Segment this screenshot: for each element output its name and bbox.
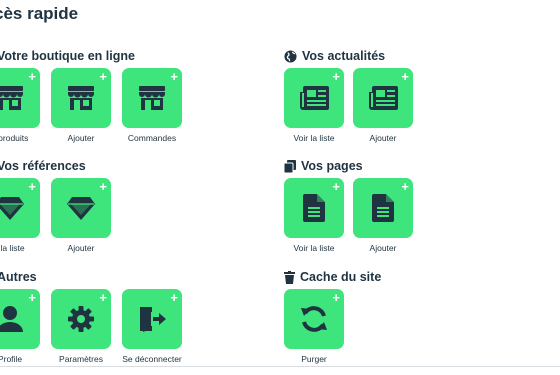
section-header-shop: Votre boutique en ligne — [0, 48, 135, 64]
tile-label: Purger — [301, 354, 327, 364]
tile-box[interactable]: + — [284, 289, 344, 349]
tile-label: Voir la liste — [293, 133, 335, 143]
tile-box[interactable]: + — [353, 68, 413, 128]
tile-box[interactable]: + — [353, 178, 413, 238]
plus-icon: + — [28, 290, 36, 305]
file-icon — [303, 194, 325, 222]
section-title-news: Vos actualités — [302, 49, 386, 63]
tile-orders[interactable]: + Commandes — [122, 68, 182, 143]
section-header-news: Vos actualités — [284, 48, 385, 64]
tile-add-page[interactable]: + Ajouter — [353, 178, 413, 253]
tile-box[interactable]: + — [0, 68, 40, 128]
logout-icon — [140, 307, 166, 332]
section-title-pages: Vos pages — [301, 159, 363, 173]
store-icon — [0, 86, 23, 110]
tile-box[interactable]: + — [122, 289, 182, 349]
gem-icon — [0, 197, 24, 220]
tile-label: Voir la liste — [293, 243, 335, 253]
plus-icon: + — [401, 179, 409, 194]
tile-label: Ajouter — [67, 243, 95, 253]
plus-icon: + — [401, 69, 409, 84]
tile-purge-cache[interactable]: + Purger — [284, 289, 344, 364]
tile-add-product[interactable]: + Ajouter — [51, 68, 111, 143]
tile-label: Paramètres — [59, 354, 103, 364]
plus-icon: + — [332, 69, 340, 84]
divider — [0, 366, 560, 367]
section-header-cache: Cache du site — [284, 269, 381, 285]
copy-icon — [284, 159, 296, 173]
newspaper-icon — [369, 86, 398, 110]
plus-icon: + — [28, 69, 36, 84]
tile-pages-list[interactable]: + Voir la liste — [284, 178, 344, 253]
section-header-references: Vos références — [0, 158, 86, 174]
store-icon — [68, 86, 94, 110]
gem-icon — [67, 197, 95, 220]
sync-icon — [301, 306, 327, 332]
tile-logout[interactable]: + Se déconnecter — [122, 289, 182, 364]
tile-profile[interactable]: + Profile — [0, 289, 57, 364]
page-title: cès rapide — [0, 4, 79, 23]
tile-label: Ajouter — [369, 133, 397, 143]
tile-box[interactable]: + — [0, 289, 40, 349]
tile-label: Commandes — [127, 133, 177, 143]
tile-label: Se déconnecter — [122, 354, 182, 364]
tile-box[interactable]: + — [122, 68, 182, 128]
tile-news-list[interactable]: + Voir la liste — [284, 68, 344, 143]
tile-box[interactable]: + — [51, 68, 111, 128]
plus-icon: + — [28, 179, 36, 194]
newspaper-icon — [300, 86, 329, 110]
plus-icon: + — [170, 69, 178, 84]
file-icon — [372, 194, 394, 222]
section-header-others: Autres — [0, 269, 37, 285]
tile-references-list[interactable]: + r la liste — [0, 178, 57, 253]
globe-icon — [284, 49, 297, 63]
tile-label: Ajouter — [67, 133, 95, 143]
tile-add-reference[interactable]: + Ajouter — [51, 178, 111, 253]
store-icon — [139, 86, 165, 110]
tile-box[interactable]: + — [284, 68, 344, 128]
section-title-cache: Cache du site — [300, 270, 382, 284]
plus-icon: + — [99, 290, 107, 305]
tile-settings[interactable]: + Paramètres — [51, 289, 111, 364]
plus-icon: + — [99, 179, 107, 194]
tile-box[interactable]: + — [0, 178, 40, 238]
section-title-shop: Votre boutique en ligne — [0, 49, 135, 63]
plus-icon: + — [332, 290, 340, 305]
tile-box[interactable]: + — [51, 178, 111, 238]
tile-add-news[interactable]: + Ajouter — [353, 68, 413, 143]
section-title-references: Vos références — [0, 159, 86, 173]
trash-icon — [284, 270, 295, 284]
section-title-others: Autres — [0, 270, 37, 284]
section-header-pages: Vos pages — [284, 158, 363, 174]
cog-icon — [68, 306, 94, 332]
plus-icon: + — [332, 179, 340, 194]
user-icon — [0, 306, 23, 332]
tile-products-list[interactable]: + s produits — [0, 68, 57, 143]
plus-icon: + — [170, 290, 178, 305]
tile-box[interactable]: + — [284, 178, 344, 238]
plus-icon: + — [99, 69, 107, 84]
tile-label: Ajouter — [369, 243, 397, 253]
tile-box[interactable]: + — [51, 289, 111, 349]
